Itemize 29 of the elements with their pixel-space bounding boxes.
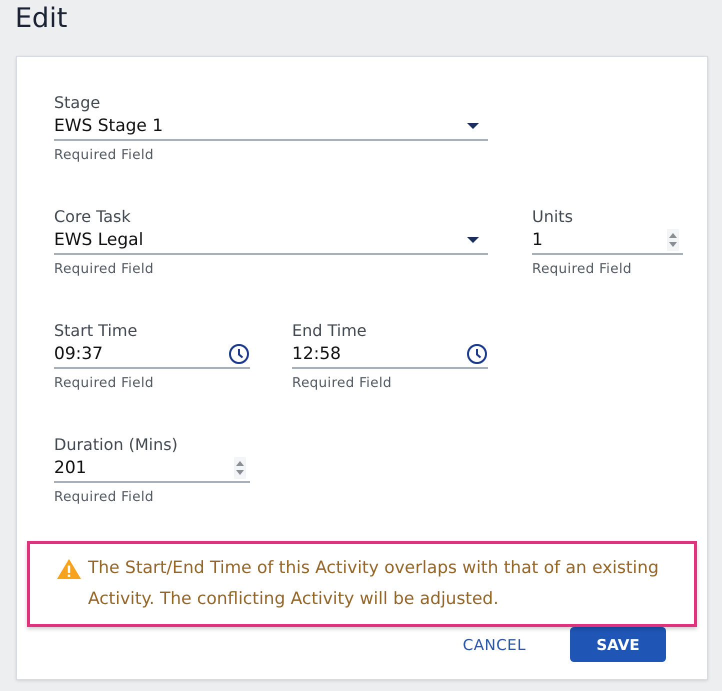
helper-text: Required Field	[292, 375, 393, 391]
field-label: End Time	[292, 321, 368, 341]
input-field[interactable]: 1	[532, 227, 683, 255]
field-label: Units	[532, 207, 574, 227]
warning-message: The Start/End Time of this Activity overlaps with that of an existing Activity. The conflicting Activity will be adjusted.	[88, 557, 660, 611]
spinner-icon[interactable]	[667, 229, 679, 251]
cancel-button[interactable]: CANCEL	[456, 627, 532, 662]
spinner-icon[interactable]	[234, 457, 246, 479]
helper-text: Required Field	[54, 375, 155, 391]
clock-icon[interactable]	[228, 343, 250, 365]
input-field[interactable]: 09:37	[54, 341, 250, 369]
warning-icon	[56, 558, 82, 580]
field-label: Start Time	[54, 321, 138, 341]
input-field[interactable]: 12:58	[292, 341, 488, 369]
helper-text: Required Field	[532, 261, 633, 277]
input-field[interactable]: 201	[54, 455, 250, 483]
field-label: Duration (Mins)	[54, 435, 179, 455]
field-label: Core Task	[54, 207, 132, 227]
caret-icon[interactable]	[466, 236, 480, 244]
dropdown-field[interactable]: EWS Legal	[54, 227, 488, 255]
page-title: Edit	[14, 2, 68, 36]
clock-icon[interactable]	[466, 343, 488, 365]
dropdown-field[interactable]: EWS Stage 1	[54, 113, 488, 141]
helper-text: Required Field	[54, 147, 155, 163]
helper-text: Required Field	[54, 489, 155, 505]
save-button[interactable]: SAVE	[570, 627, 666, 662]
field-label: Stage	[54, 93, 102, 113]
caret-icon[interactable]	[466, 122, 480, 130]
helper-text: Required Field	[54, 261, 155, 277]
